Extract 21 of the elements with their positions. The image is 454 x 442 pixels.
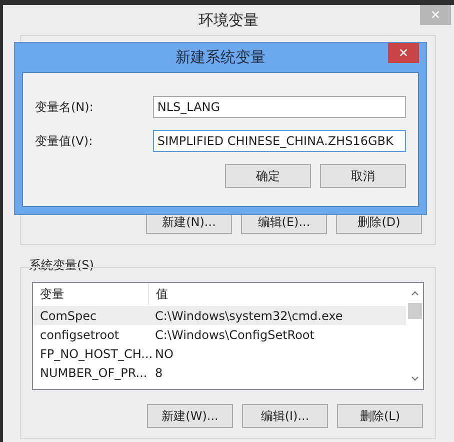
input-field[interactable]: SIMPLIFIED CHINESE_CHINA.ZHS16GBK — [153, 130, 406, 152]
column-header[interactable]: 变量 — [33, 283, 149, 305]
field-label: 变量值(V): — [35, 132, 94, 150]
input-field[interactable]: NLS_LANG — [153, 96, 406, 118]
dialog-button[interactable]: 确定 — [225, 164, 311, 188]
close-button[interactable]: ✕ — [388, 43, 419, 63]
list-row[interactable]: FP_NO_HOST_CH... NO — [33, 344, 406, 363]
list-row[interactable]: NUMBER_OF_PR... 8 — [33, 363, 406, 382]
field-label: 变量名(N): — [35, 98, 94, 116]
list-row[interactable]: configsetroot C:\Windows\ConfigSetRoot — [33, 325, 406, 344]
column-header[interactable]: 值 — [149, 286, 168, 302]
dialog-button[interactable]: 删除(L) — [337, 404, 423, 428]
dialog-button[interactable]: 取消 — [320, 164, 406, 188]
scrollbar-thumb[interactable] — [408, 303, 422, 319]
list-row[interactable]: ComSpec C:\Windows\system32\cmd.exe — [33, 306, 406, 325]
window-title: 环境变量 — [198, 10, 258, 30]
dialog-button[interactable]: 新建(W)... — [147, 404, 233, 428]
dialog-title: 新建系统变量 — [176, 48, 266, 67]
dialog-button[interactable]: 编辑(I)... — [242, 404, 328, 428]
scroll-up-icon[interactable] — [410, 290, 418, 296]
scroll-down-icon[interactable] — [410, 376, 418, 382]
